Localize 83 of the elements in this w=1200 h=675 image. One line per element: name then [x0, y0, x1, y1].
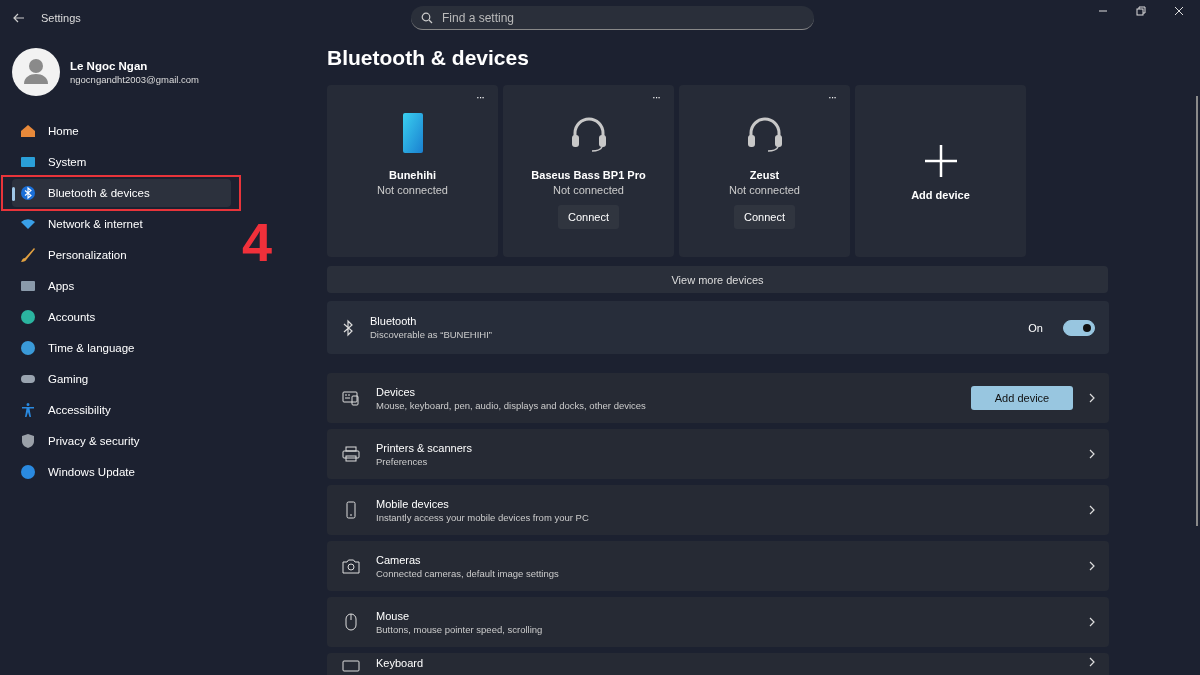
- phone-icon: [402, 113, 423, 153]
- nav-item[interactable]: Personalization: [12, 241, 231, 269]
- setting-icon: [342, 389, 360, 407]
- search-field[interactable]: Find a setting: [411, 6, 814, 30]
- plus-icon: [924, 145, 957, 177]
- nav-item[interactable]: Gaming: [12, 365, 231, 393]
- setting-icon: [342, 557, 360, 575]
- settings-row[interactable]: Cameras Connected cameras, default image settings: [327, 541, 1109, 591]
- window-title: Settings: [41, 12, 81, 24]
- device-name: Zeust: [749, 169, 780, 181]
- nav-icon: [20, 185, 36, 201]
- nav-item[interactable]: Bluetooth & devices: [12, 179, 231, 207]
- device-name: Add device: [911, 189, 970, 201]
- settings-row[interactable]: Printers & scanners Preferences: [327, 429, 1109, 479]
- nav-icon: [20, 402, 36, 418]
- row-title: Cameras: [376, 553, 422, 566]
- chevron-icon: [1089, 505, 1095, 515]
- nav-item[interactable]: Windows Update: [12, 458, 231, 486]
- chevron-icon: [1089, 657, 1095, 667]
- row-subtitle: Instantly access your mobile devices from your PC: [376, 511, 590, 523]
- nav-item[interactable]: Privacy & security: [12, 427, 231, 455]
- settings-row[interactable]: Keyboard: [327, 653, 1109, 675]
- nav-icon: [20, 123, 36, 139]
- device-name: Baseus Bass BP1 Pro: [531, 169, 646, 181]
- nav-icon: [20, 154, 36, 170]
- settings-row[interactable]: Mouse Buttons, mouse pointer speed, scrolling: [327, 597, 1109, 647]
- avatar-icon: [12, 48, 60, 96]
- page-title: Bluetooth & devices: [327, 46, 530, 70]
- nav-item[interactable]: Apps: [12, 272, 231, 300]
- bluetooth-icon: [342, 318, 354, 337]
- nav-icon: [20, 216, 36, 232]
- step-number: 4: [242, 215, 273, 269]
- user-email: ngocngandht2003@gmail.com: [70, 73, 199, 85]
- setting-icon: [342, 613, 360, 631]
- chevron-icon: [1089, 561, 1095, 571]
- nav-icon: [20, 340, 36, 356]
- nav-item[interactable]: Network & internet: [12, 210, 231, 238]
- nav-icon: [20, 464, 36, 480]
- row-subtitle: Mouse, keyboard, pen, audio, displays and docks, other devices: [376, 399, 647, 411]
- settings-row[interactable]: Mobile devices Instantly access your mobile devices from your PC: [327, 485, 1109, 535]
- settings-row[interactable]: Devices Mouse, keyboard, pen, audio, displays and docks, other devices Add device: [327, 373, 1109, 423]
- row-subtitle: Preferences: [376, 455, 429, 467]
- device-card[interactable]: Add device: [855, 85, 1026, 257]
- add-device-button[interactable]: Add device: [971, 386, 1073, 410]
- back-icon[interactable]: [13, 13, 25, 23]
- view-more-button[interactable]: View more devices: [327, 266, 1108, 293]
- nav-icon: [20, 247, 36, 263]
- row-title: Printers & scanners: [376, 441, 473, 454]
- nav-item[interactable]: Home: [12, 117, 231, 145]
- toggle-label: On: [1028, 321, 1043, 334]
- nav-item[interactable]: Time & language: [12, 334, 231, 362]
- connect-button[interactable]: Connect: [558, 205, 619, 229]
- device-status: Not connected: [377, 184, 448, 196]
- nav-item[interactable]: Accounts: [12, 303, 231, 331]
- nav-icon: [20, 309, 36, 325]
- bluetooth-toggle[interactable]: [1063, 319, 1095, 336]
- connect-button[interactable]: Connect: [734, 205, 795, 229]
- chevron-icon: [1089, 449, 1095, 459]
- more-button[interactable]: ···: [476, 91, 484, 103]
- chevron-icon: [1089, 393, 1095, 403]
- chevron-icon: [1089, 617, 1095, 627]
- device-status: Not connected: [553, 184, 624, 196]
- close-icon[interactable]: [1174, 6, 1184, 16]
- restore-icon[interactable]: [1136, 6, 1146, 16]
- setting-icon: [342, 657, 360, 675]
- row-title: Keyboard: [376, 657, 425, 669]
- more-button[interactable]: ···: [652, 91, 660, 103]
- row-title: Mobile devices: [376, 497, 450, 510]
- nav-item[interactable]: System: [12, 148, 231, 176]
- user-name: Le Ngoc Ngan: [70, 59, 149, 72]
- row-subtitle: Buttons, mouse pointer speed, scrolling: [376, 623, 544, 635]
- row-subtitle: Connected cameras, default image settings: [376, 567, 560, 579]
- nav-icon: [20, 433, 36, 449]
- nav-icon: [20, 278, 36, 294]
- setting-icon: [342, 445, 360, 463]
- nav-item[interactable]: Accessibility: [12, 396, 231, 424]
- row-title: Bluetooth: [370, 315, 418, 327]
- row-subtitle: Discoverable as “BUNEHIHI”: [370, 329, 493, 340]
- row-title: Devices: [376, 385, 417, 398]
- device-status: Not connected: [729, 184, 800, 196]
- row-title: Mouse: [376, 609, 411, 622]
- more-button[interactable]: ···: [828, 91, 836, 103]
- device-name: Bunehihi: [388, 169, 437, 181]
